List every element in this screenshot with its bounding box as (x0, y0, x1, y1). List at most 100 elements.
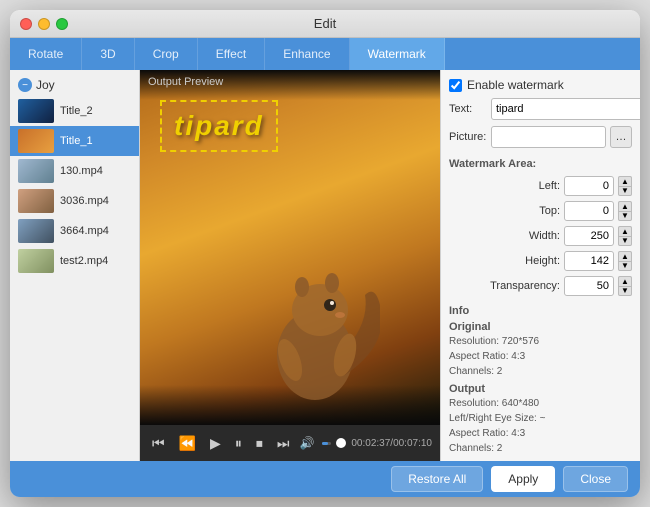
picture-path-input[interactable] (491, 126, 606, 148)
apply-button[interactable]: Apply (491, 466, 555, 492)
step-back-button[interactable]: ⏪ (175, 433, 200, 454)
height-down-arrow[interactable]: ▼ (618, 261, 632, 271)
thumbnail-3664 (18, 219, 54, 243)
tab-effect[interactable]: Effect (198, 38, 265, 70)
tab-enhance[interactable]: Enhance (265, 38, 349, 70)
top-spin-arrows: ▲ ▼ (618, 201, 632, 221)
sidebar-group-label: Joy (36, 78, 55, 92)
top-up-arrow[interactable]: ▲ (618, 201, 632, 211)
main-preview-area: Output Preview (140, 70, 440, 461)
thumbnail-title2 (18, 99, 54, 123)
width-input[interactable] (564, 226, 614, 246)
maximize-window-button[interactable] (56, 18, 68, 30)
bottom-bar: Restore All Apply Close (10, 461, 640, 497)
height-input[interactable] (564, 251, 614, 271)
sidebar-item-title1[interactable]: Title_1 (10, 126, 139, 156)
window-title: Edit (314, 16, 336, 31)
time-display: 00:02:37/00:07:10 (351, 438, 432, 449)
width-up-arrow[interactable]: ▲ (618, 226, 632, 236)
right-panel: Enable watermark Text: T Picture: … Wate… (440, 70, 640, 461)
output-eye-size: Left/Right Eye Size: ~ (449, 411, 632, 426)
original-resolution: Resolution: 720*576 (449, 334, 632, 349)
sidebar: − Joy Title_2 Title_1 130.mp4 3036.mp4 (10, 70, 140, 461)
watermark-text-input[interactable] (491, 98, 640, 120)
transparency-down-arrow[interactable]: ▼ (618, 286, 632, 296)
sidebar-item-title2[interactable]: Title_2 (10, 96, 139, 126)
thumbnail-3036 (18, 189, 54, 213)
top-down-arrow[interactable]: ▼ (618, 211, 632, 221)
main-window: Edit Rotate 3D Crop Effect Enhance Water… (10, 10, 640, 497)
sidebar-item-3664[interactable]: 3664.mp4 (10, 216, 139, 246)
output-resolution: Resolution: 640*480 (449, 396, 632, 411)
volume-fill (322, 442, 327, 445)
minimize-window-button[interactable] (38, 18, 50, 30)
original-channels: Channels: 2 (449, 364, 632, 379)
watermark-text: tipard (174, 110, 264, 141)
restore-all-button[interactable]: Restore All (391, 466, 483, 492)
transparency-input[interactable] (564, 276, 614, 296)
close-window-button[interactable] (20, 18, 32, 30)
transparency-field-row: Transparency: ▲ ▼ (449, 276, 632, 296)
skip-end-button[interactable]: ⏭ (273, 433, 294, 454)
transparency-spin-arrows: ▲ ▼ (618, 276, 632, 296)
thumbnail-title1 (18, 129, 54, 153)
squirrel-graphic (250, 245, 380, 405)
speaker-icon: 🔊 (299, 436, 314, 450)
stop-button[interactable]: ⏹ (252, 433, 267, 454)
transparency-label: Transparency: (490, 280, 560, 292)
volume-bar[interactable] (322, 442, 331, 445)
playback-controls: ⏮ ⏪ ▶ ⏸ ⏹ ⏭ 🔊 00:02:37/00:07:10 (140, 425, 440, 461)
output-title: Output (449, 383, 632, 395)
height-up-arrow[interactable]: ▲ (618, 251, 632, 261)
height-label: Height: (500, 255, 560, 267)
video-container: tipard (140, 70, 440, 425)
item-label-test2: test2.mp4 (60, 255, 108, 267)
height-spin-arrows: ▲ ▼ (618, 251, 632, 271)
enable-watermark-checkbox[interactable] (449, 79, 462, 92)
watermark-area-title: Watermark Area: (449, 158, 632, 170)
left-down-arrow[interactable]: ▼ (618, 186, 632, 196)
original-aspect: Aspect Ratio: 4:3 (449, 349, 632, 364)
left-field-row: Left: ▲ ▼ (449, 176, 632, 196)
height-field-row: Height: ▲ ▼ (449, 251, 632, 271)
watermark-overlay[interactable]: tipard (160, 100, 278, 152)
play-button[interactable]: ▶ (206, 433, 225, 454)
top-input[interactable] (564, 201, 614, 221)
thumbnail-130 (18, 159, 54, 183)
preview-label: Output Preview (148, 76, 223, 88)
close-button[interactable]: Close (563, 466, 628, 492)
tab-crop[interactable]: Crop (135, 38, 198, 70)
tab-watermark[interactable]: Watermark (350, 38, 445, 70)
content-area: − Joy Title_2 Title_1 130.mp4 3036.mp4 (10, 70, 640, 461)
sidebar-item-3036[interactable]: 3036.mp4 (10, 186, 139, 216)
enable-watermark-row: Enable watermark (449, 78, 632, 92)
titlebar: Edit (10, 10, 640, 38)
original-title: Original (449, 321, 632, 333)
width-spin-arrows: ▲ ▼ (618, 226, 632, 246)
item-label-3036: 3036.mp4 (60, 195, 109, 207)
output-channels: Channels: 2 (449, 441, 632, 456)
width-down-arrow[interactable]: ▼ (618, 236, 632, 246)
tab-bar: Rotate 3D Crop Effect Enhance Watermark (10, 38, 640, 70)
left-label: Left: (500, 180, 560, 192)
transparency-up-arrow[interactable]: ▲ (618, 276, 632, 286)
left-spin-arrows: ▲ ▼ (618, 176, 632, 196)
tab-3d[interactable]: 3D (82, 38, 134, 70)
enable-watermark-label: Enable watermark (467, 78, 564, 92)
picture-browse-button[interactable]: … (610, 126, 632, 148)
sidebar-item-test2[interactable]: test2.mp4 (10, 246, 139, 276)
pause-button[interactable]: ⏸ (231, 433, 246, 454)
tab-rotate[interactable]: Rotate (10, 38, 82, 70)
preview-area: Output Preview (140, 70, 440, 461)
info-block: Info Original Resolution: 720*576 Aspect… (449, 305, 632, 456)
item-label-3664: 3664.mp4 (60, 225, 109, 237)
window-controls (20, 18, 68, 30)
text-field-row: Text: T (449, 98, 632, 120)
left-up-arrow[interactable]: ▲ (618, 176, 632, 186)
sidebar-item-130[interactable]: 130.mp4 (10, 156, 139, 186)
left-input[interactable] (564, 176, 614, 196)
skip-start-button[interactable]: ⏮ (148, 433, 169, 454)
progress-thumb[interactable] (336, 438, 346, 448)
sidebar-group-joy: − Joy (10, 74, 139, 96)
text-field-label: Text: (449, 103, 487, 115)
